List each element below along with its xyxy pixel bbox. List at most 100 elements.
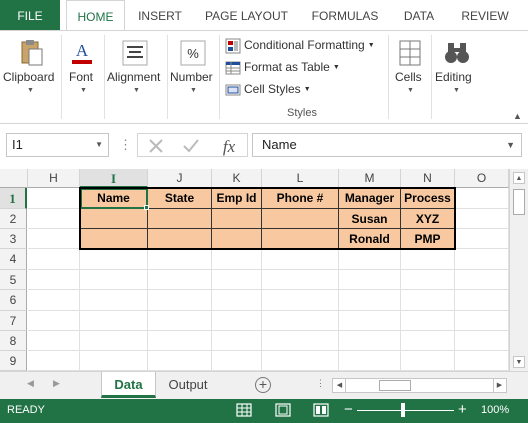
cell-i8[interactable] [80,331,148,351]
tab-page-layout[interactable]: PAGE LAYOUT [200,0,293,30]
column-header-l[interactable]: L [262,169,339,188]
row-header-7[interactable]: 7 [0,311,27,331]
zoom-out-icon[interactable]: − [344,401,353,418]
cell-j8[interactable] [148,331,212,351]
enter-check-icon[interactable] [182,137,200,155]
collapse-ribbon-icon[interactable]: ▲ [513,111,522,121]
tab-formulas[interactable]: FORMULAS [305,0,385,30]
name-box[interactable]: I1 ▼ [6,133,109,157]
cell-j4[interactable] [148,249,212,270]
conditional-formatting-button[interactable]: Conditional Formatting ▼ [225,35,375,55]
scroll-right-icon[interactable]: ▶ [493,379,505,392]
name-box-dropdown-icon[interactable]: ▼ [95,134,103,156]
cell-i3[interactable] [80,229,148,249]
cell-n6[interactable] [401,290,455,311]
cell-l9[interactable] [262,351,339,371]
tab-insert[interactable]: INSERT [131,0,189,30]
cell-h2[interactable] [28,209,80,229]
cell-h3[interactable] [28,229,80,249]
cell-m8[interactable] [339,331,401,351]
cell-m3[interactable]: Ronald [339,229,401,249]
cell-h7[interactable] [28,311,80,331]
cell-n1[interactable]: Process [401,188,455,209]
cell-n4[interactable] [401,249,455,270]
tab-file[interactable]: FILE [0,0,60,30]
page-break-preview-icon[interactable] [313,403,329,417]
cell-k3[interactable] [212,229,262,249]
cell-i6[interactable] [80,290,148,311]
cell-o8[interactable] [455,331,509,351]
editing-group[interactable]: Editing ▼ [432,31,482,123]
column-header-h[interactable]: H [28,169,80,188]
cell-l2[interactable] [262,209,339,229]
sheet-tab-output[interactable]: Output [160,372,216,398]
cell-m5[interactable] [339,270,401,290]
cell-k2[interactable] [212,209,262,229]
cancel-icon[interactable] [147,137,165,155]
vertical-scrollbar[interactable]: ▲ ▼ [509,169,528,371]
scroll-up-icon[interactable]: ▲ [513,172,525,184]
cell-o4[interactable] [455,249,509,270]
cell-o3[interactable] [455,229,509,249]
tab-home[interactable]: HOME [66,0,125,31]
cell-l5[interactable] [262,270,339,290]
cell-l7[interactable] [262,311,339,331]
horizontal-scrollbar[interactable]: ◀ ▶ [332,378,507,393]
zoom-slider-thumb[interactable] [401,403,405,417]
vertical-scroll-thumb[interactable] [513,189,525,215]
column-header-i[interactable]: I [80,169,148,188]
cell-i1[interactable]: Name [80,188,148,209]
scroll-left-icon[interactable]: ◀ [334,379,346,392]
cell-h6[interactable] [28,290,80,311]
number-group[interactable]: % Number ▼ [168,31,218,123]
row-header-1[interactable]: 1 [0,188,27,209]
cell-o6[interactable] [455,290,509,311]
formula-input[interactable]: Name ▼ [252,133,522,157]
cell-n5[interactable] [401,270,455,290]
cell-o7[interactable] [455,311,509,331]
cell-l3[interactable] [262,229,339,249]
cell-j7[interactable] [148,311,212,331]
column-header-n[interactable]: N [401,169,455,188]
row-header-8[interactable]: 8 [0,331,27,351]
cell-j1[interactable]: State [148,188,212,209]
cell-h9[interactable] [28,351,80,371]
format-as-table-button[interactable]: Format as Table ▼ [225,57,340,77]
cell-m7[interactable] [339,311,401,331]
row-header-3[interactable]: 3 [0,229,27,249]
cell-m6[interactable] [339,290,401,311]
scroll-down-icon[interactable]: ▼ [513,356,525,368]
cell-j9[interactable] [148,351,212,371]
cell-o5[interactable] [455,270,509,290]
font-group[interactable]: A Font ▼ [62,31,102,123]
column-header-o[interactable]: O [455,169,509,188]
cell-n7[interactable] [401,311,455,331]
cell-m2[interactable]: Susan [339,209,401,229]
tab-split-grip-icon[interactable]: ⋮ [316,378,325,389]
cell-h4[interactable] [28,249,80,270]
fill-handle[interactable] [144,205,149,210]
cell-k6[interactable] [212,290,262,311]
cell-i4[interactable] [80,249,148,270]
cell-o2[interactable] [455,209,509,229]
row-header-9[interactable]: 9 [0,351,27,371]
cell-n8[interactable] [401,331,455,351]
column-header-k[interactable]: K [212,169,262,188]
cell-n3[interactable]: PMP [401,229,455,249]
cell-k8[interactable] [212,331,262,351]
cell-j5[interactable] [148,270,212,290]
page-layout-view-icon[interactable] [275,403,291,417]
cell-n2[interactable]: XYZ [401,209,455,229]
cell-l4[interactable] [262,249,339,270]
row-header-5[interactable]: 5 [0,270,27,290]
row-header-2[interactable]: 2 [0,209,27,229]
cell-j2[interactable] [148,209,212,229]
cell-i7[interactable] [80,311,148,331]
column-header-m[interactable]: M [339,169,401,188]
cell-m9[interactable] [339,351,401,371]
alignment-group[interactable]: Alignment ▼ [105,31,165,123]
cell-o9[interactable] [455,351,509,371]
cell-h1[interactable] [28,188,80,209]
column-header-j[interactable]: J [148,169,212,188]
cell-k1[interactable]: Emp Id [212,188,262,209]
